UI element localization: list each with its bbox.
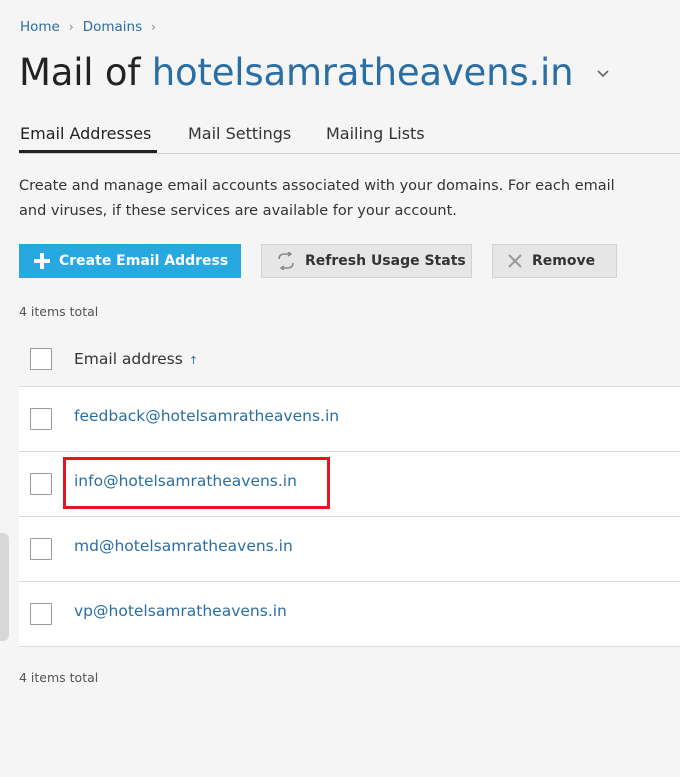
create-email-address-label: Create Email Address: [59, 253, 229, 269]
tab-mail-settings[interactable]: Mail Settings: [188, 124, 291, 143]
row-checkbox[interactable]: [30, 473, 52, 495]
breadcrumb-domains[interactable]: Domains: [83, 19, 142, 35]
row-checkbox[interactable]: [30, 603, 52, 625]
column-header-email-label: Email address: [74, 350, 183, 368]
tab-mailing-lists[interactable]: Mailing Lists: [326, 124, 425, 143]
table-header-row: Email address ↑: [19, 324, 680, 387]
side-panel-handle[interactable]: [0, 533, 9, 641]
email-address-link[interactable]: vp@hotelsamratheavens.in: [74, 602, 287, 620]
page-title-prefix: Mail of: [19, 51, 141, 94]
remove-button[interactable]: Remove: [492, 244, 617, 278]
sort-ascending-icon: ↑: [188, 354, 199, 367]
breadcrumb: Home › Domains ›: [20, 19, 165, 35]
tab-bar: Email Addresses Mail Settings Mailing Li…: [19, 118, 680, 154]
remove-label: Remove: [532, 253, 596, 269]
email-address-link[interactable]: feedback@hotelsamratheavens.in: [74, 407, 339, 425]
breadcrumb-separator-icon: ›: [68, 20, 74, 34]
items-total-bottom: 4 items total: [19, 670, 99, 685]
create-email-address-button[interactable]: Create Email Address: [19, 244, 241, 278]
breadcrumb-separator-icon: ›: [151, 20, 156, 34]
table-row: feedback@hotelsamratheavens.in: [19, 387, 680, 452]
row-checkbox[interactable]: [30, 538, 52, 560]
active-tab-indicator: [19, 150, 157, 153]
refresh-icon: [276, 252, 296, 270]
mail-page: Home › Domains › Mail of hotelsamratheav…: [0, 0, 680, 777]
table-row: md@hotelsamratheavens.in: [19, 517, 680, 582]
refresh-usage-stats-label: Refresh Usage Stats: [305, 253, 466, 269]
email-address-link[interactable]: md@hotelsamratheavens.in: [74, 537, 293, 555]
plus-icon: [34, 253, 50, 269]
select-all-checkbox[interactable]: [30, 348, 52, 370]
highlight-annotation-box: [63, 457, 330, 509]
table-row: vp@hotelsamratheavens.in: [19, 582, 680, 647]
tab-email-addresses[interactable]: Email Addresses: [20, 124, 151, 143]
chevron-down-icon[interactable]: [597, 48, 609, 98]
remove-x-icon: [507, 253, 523, 269]
page-title-domain[interactable]: hotelsamratheavens.in: [152, 51, 574, 94]
page-title: Mail of hotelsamratheavens.in: [19, 48, 609, 100]
description-line-2: and viruses, if these services are avail…: [19, 203, 457, 219]
page-description: Create and manage email accounts associa…: [19, 174, 680, 224]
refresh-usage-stats-button[interactable]: Refresh Usage Stats: [261, 244, 472, 278]
description-line-1: Create and manage email accounts associa…: [19, 178, 615, 194]
breadcrumb-home[interactable]: Home: [20, 19, 60, 35]
items-total-top: 4 items total: [19, 304, 99, 319]
row-checkbox[interactable]: [30, 408, 52, 430]
column-header-email[interactable]: Email address ↑: [74, 350, 198, 368]
